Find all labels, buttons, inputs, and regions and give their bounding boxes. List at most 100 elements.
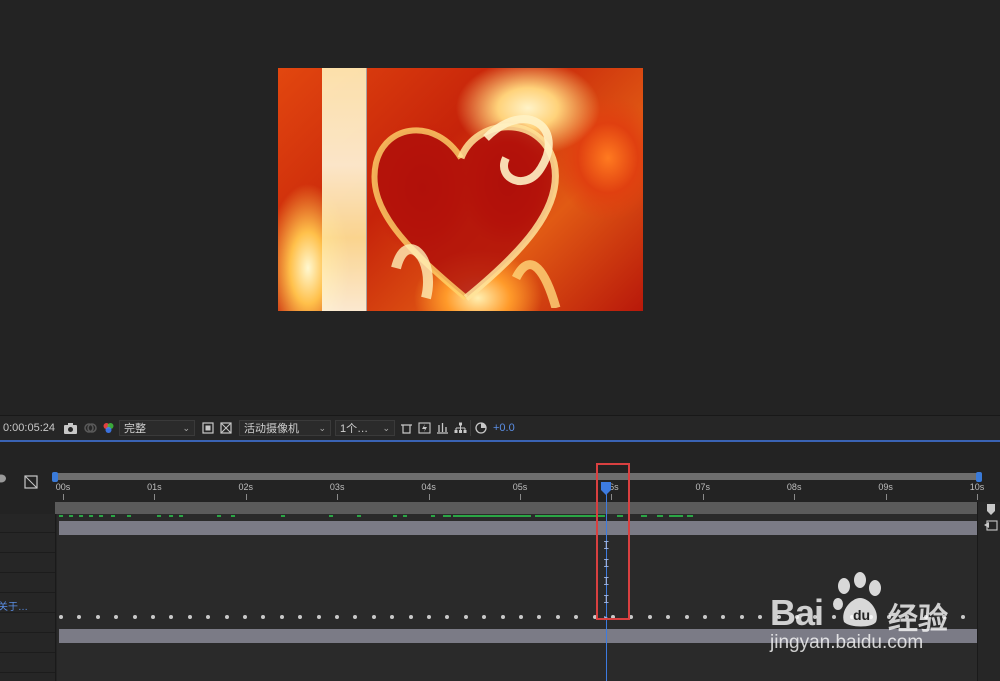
keyframe-marker[interactable] bbox=[403, 515, 407, 517]
keyframe-dot[interactable] bbox=[647, 615, 652, 619]
resolution-dropdown[interactable]: 完整 ⌄ bbox=[119, 420, 195, 436]
show-snapshot-icon[interactable] bbox=[83, 421, 97, 435]
time-ruler[interactable]: 00s 01s 02s 03s 04s 05s 06s 07s 08s 09s 10s bbox=[55, 480, 984, 502]
keyframe-dot[interactable] bbox=[243, 615, 247, 619]
keyframe-marker[interactable] bbox=[59, 515, 63, 517]
keyframe-dot[interactable] bbox=[463, 615, 468, 619]
camera-dropdown[interactable]: 活动摄像机 ⌄ bbox=[239, 420, 331, 436]
keyframe-dot[interactable] bbox=[445, 615, 450, 619]
keyframe-marker[interactable] bbox=[89, 515, 93, 517]
keyframe-dot[interactable] bbox=[519, 615, 523, 619]
flowchart-icon[interactable] bbox=[453, 421, 467, 435]
chevron-down-icon: ⌄ bbox=[318, 422, 326, 433]
ruler-tick bbox=[885, 494, 887, 500]
snapshot-camera-icon[interactable] bbox=[63, 421, 77, 435]
exposure-value[interactable]: +0.0 bbox=[493, 422, 515, 434]
layer-property-link[interactable]: 关于… bbox=[0, 598, 28, 613]
ruler-tick-label: 07s bbox=[695, 482, 711, 492]
keyframe-marker[interactable] bbox=[281, 515, 285, 517]
keyframe-dot[interactable] bbox=[187, 615, 192, 619]
keyframe-dot[interactable] bbox=[151, 615, 155, 619]
keyframe-dot[interactable] bbox=[261, 615, 266, 619]
toolbar-separator bbox=[470, 420, 471, 436]
keyframe-dot[interactable] bbox=[574, 615, 579, 619]
keyframe-marker[interactable] bbox=[157, 515, 161, 517]
layer-row-label bbox=[0, 574, 55, 593]
keyframe-dot[interactable] bbox=[353, 615, 358, 619]
keyframe-dot[interactable] bbox=[666, 615, 671, 619]
keyframe-marker[interactable] bbox=[657, 515, 663, 517]
work-area-bar[interactable] bbox=[55, 502, 980, 514]
keyframe-marker[interactable] bbox=[69, 515, 73, 517]
keyframe-dot[interactable] bbox=[335, 615, 339, 619]
composition-frame bbox=[278, 68, 643, 311]
table-row[interactable] bbox=[57, 518, 977, 537]
timeline-icon[interactable] bbox=[435, 421, 449, 435]
fast-previews-icon[interactable] bbox=[417, 421, 431, 435]
keyframe-dot[interactable] bbox=[739, 615, 744, 619]
keyframe-dot[interactable] bbox=[721, 615, 726, 619]
views-dropdown[interactable]: 1个… ⌄ bbox=[335, 420, 395, 436]
keyframe-dot[interactable] bbox=[482, 615, 487, 619]
comp-marker-bin-icon[interactable] bbox=[984, 519, 998, 531]
keyframe-marker[interactable] bbox=[127, 515, 131, 517]
region-of-interest-icon[interactable] bbox=[201, 421, 215, 435]
keyframe-dot[interactable] bbox=[95, 615, 100, 619]
keyframe-marker[interactable] bbox=[443, 515, 451, 517]
keyframe-dot[interactable] bbox=[298, 615, 303, 619]
ruler-tick bbox=[337, 494, 339, 500]
keyframe-marker[interactable] bbox=[393, 515, 397, 517]
comp-end-marker-icon[interactable] bbox=[986, 504, 996, 516]
time-navigator-bar[interactable] bbox=[55, 473, 980, 480]
keyframe-dot[interactable] bbox=[427, 615, 431, 619]
transparency-grid-icon[interactable] bbox=[219, 421, 233, 435]
keyframe-marker[interactable] bbox=[669, 515, 683, 517]
keyframe-dot[interactable] bbox=[206, 615, 211, 619]
current-timecode[interactable]: 0:00:05:24 bbox=[3, 422, 55, 434]
composition-viewer[interactable] bbox=[0, 0, 1000, 415]
keyframe-marker[interactable] bbox=[169, 515, 173, 517]
ruler-tick-label: 08s bbox=[786, 482, 802, 492]
keyframe-dot[interactable] bbox=[224, 615, 229, 619]
layer-row-label bbox=[0, 614, 55, 633]
keyframe-dot[interactable] bbox=[169, 615, 174, 619]
keyframe-marker[interactable] bbox=[231, 515, 235, 517]
keyframe-marker[interactable] bbox=[641, 515, 647, 517]
keyframe-marker[interactable] bbox=[329, 515, 333, 517]
keyframe-dot[interactable] bbox=[684, 615, 689, 619]
keyframe-marker[interactable] bbox=[217, 515, 221, 517]
keyframe-dot[interactable] bbox=[500, 615, 505, 619]
keyframe-dot[interactable] bbox=[758, 615, 763, 619]
keyframe-marker[interactable] bbox=[179, 515, 183, 517]
keyframe-dot[interactable] bbox=[555, 615, 560, 619]
keyframe-dot[interactable] bbox=[132, 615, 137, 619]
table-row[interactable] bbox=[57, 536, 977, 555]
keyframe-marker[interactable] bbox=[357, 515, 361, 517]
keyframe-dot[interactable] bbox=[703, 615, 707, 619]
keyframe-dot[interactable] bbox=[371, 615, 376, 619]
keyframe-marker[interactable] bbox=[535, 515, 605, 517]
keyframe-marker[interactable] bbox=[99, 515, 103, 517]
keyframe-marker[interactable] bbox=[79, 515, 83, 517]
keyframe-marker[interactable] bbox=[431, 515, 435, 517]
ruler-tick bbox=[702, 494, 704, 500]
keyframe-dot[interactable] bbox=[408, 615, 413, 619]
comment-bubble-icon[interactable] bbox=[0, 474, 6, 487]
keyframe-dot[interactable] bbox=[77, 615, 82, 619]
layer-duration-bar[interactable] bbox=[59, 521, 977, 535]
color-channels-icon[interactable] bbox=[101, 421, 115, 435]
keyframe-marker[interactable] bbox=[111, 515, 115, 517]
keyframe-dot[interactable] bbox=[279, 615, 284, 619]
keyframe-dot[interactable] bbox=[114, 615, 119, 619]
toggle-pixel-aspect-icon[interactable] bbox=[399, 421, 413, 435]
layer-list-panel: 关于… bbox=[0, 514, 56, 681]
comp-flowchart-icon[interactable] bbox=[24, 475, 38, 492]
keyframe-dot[interactable] bbox=[316, 615, 321, 619]
keyframe-marker[interactable] bbox=[453, 515, 529, 517]
keyframe-dot[interactable] bbox=[537, 615, 542, 619]
reset-exposure-icon[interactable] bbox=[474, 421, 488, 435]
keyframe-dot[interactable] bbox=[390, 615, 395, 619]
keyframe-marker[interactable] bbox=[687, 515, 693, 517]
camera-value: 活动摄像机 bbox=[244, 423, 299, 435]
keyframe-dot[interactable] bbox=[59, 615, 63, 619]
